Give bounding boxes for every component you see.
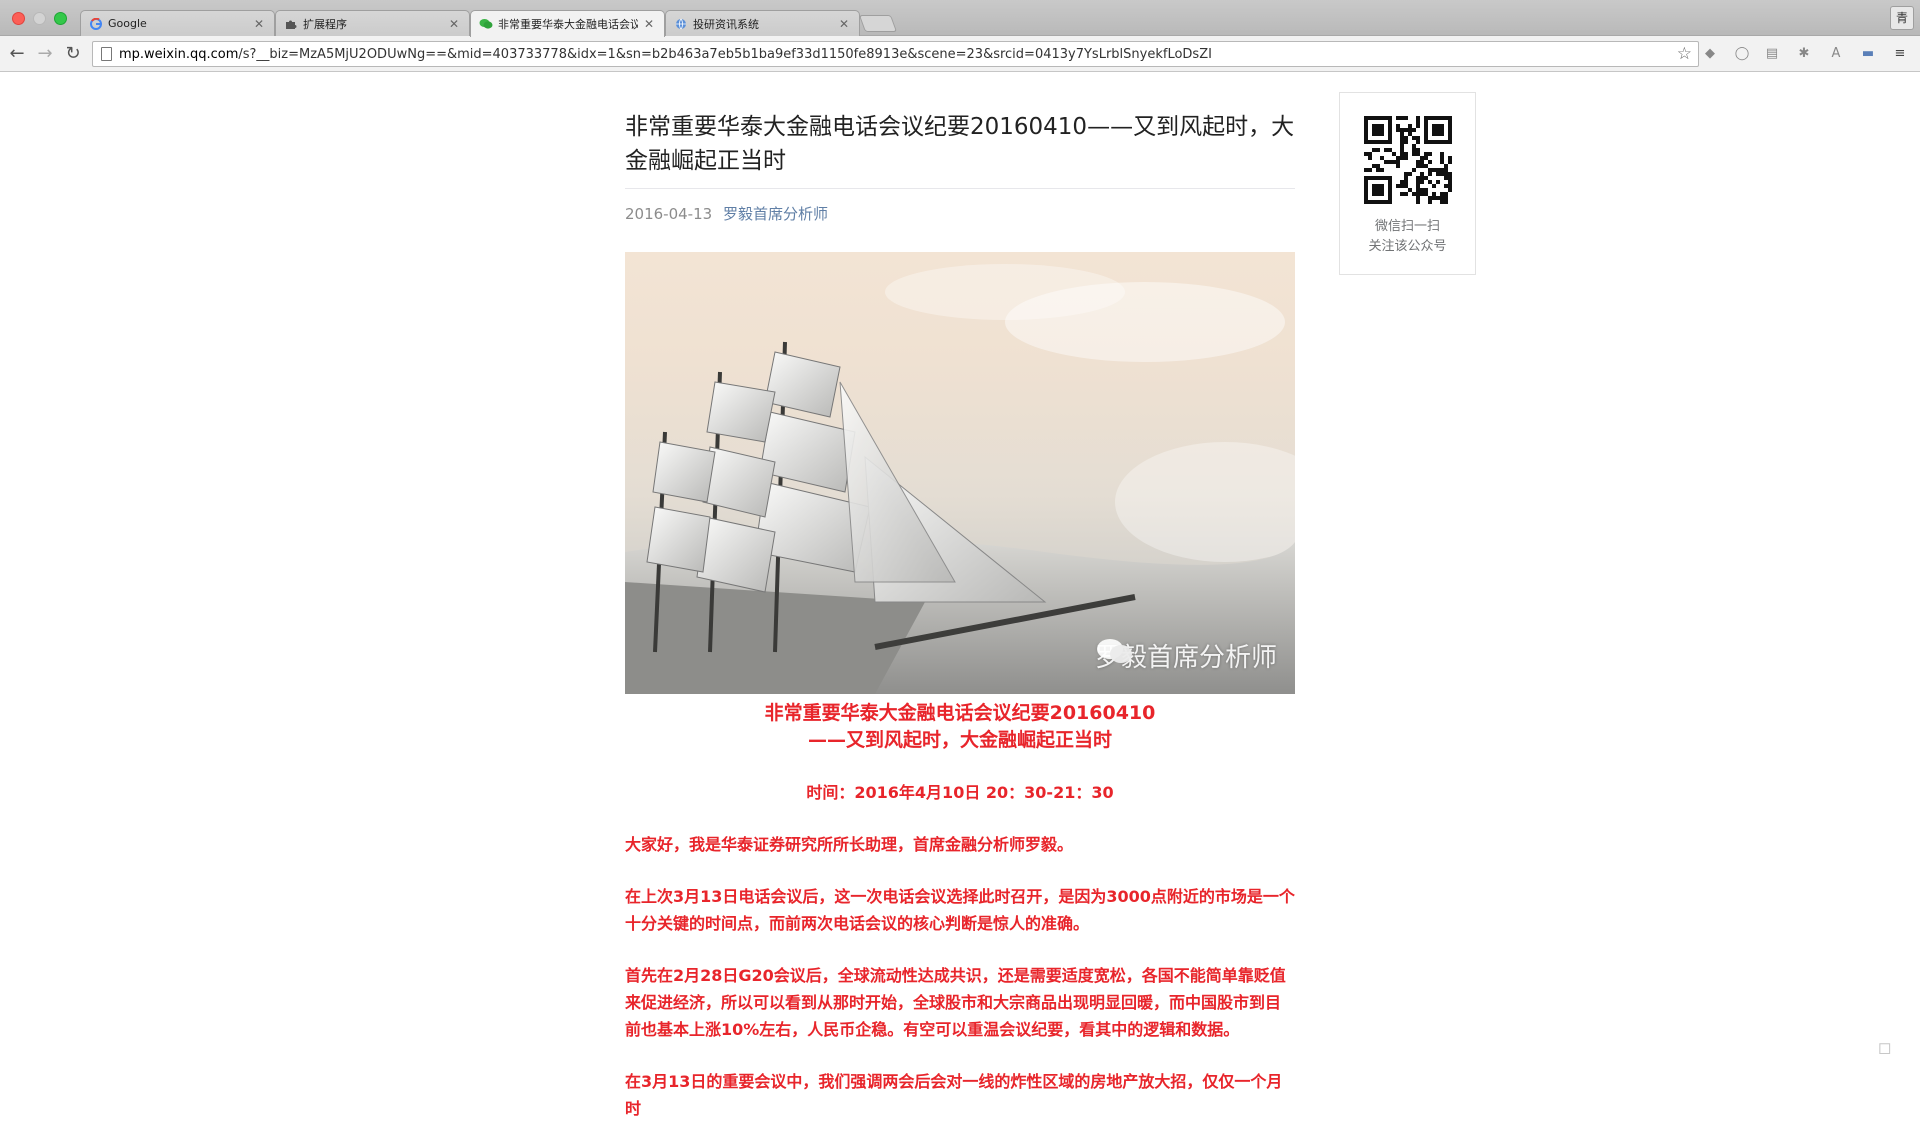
wechat-icon bbox=[1096, 639, 1132, 663]
browser-toolbar: ← → ↻ mp.weixin.qq.com/s?__biz=MzA5MjU2O… bbox=[0, 36, 1920, 72]
new-tab-button[interactable] bbox=[858, 15, 898, 32]
tab-research-system[interactable]: 投研资讯系统 ✕ bbox=[665, 10, 860, 36]
tab-title: 投研资讯系统 bbox=[693, 17, 759, 31]
article: 非常重要华泰大金融电话会议纪要20160410——又到风起时，大金融崛起正当时 … bbox=[625, 72, 1295, 1122]
url-text[interactable]: mp.weixin.qq.com/s?__biz=MzA5MjU2ODUwNg=… bbox=[119, 47, 1212, 62]
forward-arrow-icon[interactable]: → bbox=[35, 44, 55, 64]
author-link[interactable]: 罗毅首席分析师 bbox=[723, 205, 828, 223]
qr-caption-line-2: 关注该公众号 bbox=[1368, 239, 1447, 254]
window-maximize-button[interactable] bbox=[54, 12, 67, 25]
article-title: 非常重要华泰大金融电话会议纪要20160410——又到风起时，大金融崛起正当时 bbox=[625, 114, 1295, 174]
tab-close-icon[interactable]: ✕ bbox=[837, 17, 851, 31]
extension-font-icon[interactable]: A bbox=[1827, 45, 1845, 63]
article-meta: 2016-04-13 罗毅首席分析师 bbox=[625, 203, 1295, 224]
paragraph: 在上次3月13日电话会议后，这一次电话会议选择此时召开，是因为3000点附近的市… bbox=[625, 887, 1295, 933]
tab-close-icon[interactable]: ✕ bbox=[447, 17, 461, 31]
hero-image: 罗毅首席分析师 bbox=[625, 252, 1295, 694]
qr-code-card: 微信扫一扫 关注该公众号 bbox=[1339, 92, 1476, 275]
paragraph: 首先在2月28日G20会议后，全球流动性达成共识，还是需要适度宽松，各国不能简单… bbox=[625, 966, 1286, 1039]
subtitle-line-2: ——又到风起时，大金融崛起正当时 bbox=[807, 729, 1112, 751]
extension-folder-icon[interactable]: ▬ bbox=[1859, 45, 1877, 63]
puzzle-icon bbox=[284, 17, 298, 31]
extension-grid-icon[interactable]: ▤ bbox=[1763, 45, 1781, 63]
subtitle-line-1: 非常重要华泰大金融电话会议纪要20160410 bbox=[764, 702, 1156, 724]
menu-icon[interactable]: ≡ bbox=[1891, 45, 1909, 63]
google-icon bbox=[89, 17, 103, 31]
paragraph: 在3月13日的重要会议中，我们强调两会后会对一线的炸性区域的房地产放大招，仅仅一… bbox=[625, 1072, 1283, 1118]
paragraph: 大家好，我是华泰证券研究所所长助理，首席金融分析师罗毅。 bbox=[625, 835, 1074, 854]
globe-icon bbox=[674, 17, 688, 31]
address-bar[interactable]: mp.weixin.qq.com/s?__biz=MzA5MjU2ODUwNg=… bbox=[92, 41, 1699, 67]
tab-strip: Google ✕ 扩展程序 ✕ 非常重要华泰大金融电话会议 ✕ 投研资讯系统 ✕… bbox=[0, 0, 1920, 37]
title-divider bbox=[625, 188, 1295, 189]
meeting-time: 时间：2016年4月10日 20：30-21：30 bbox=[806, 783, 1114, 802]
extension-circle-icon[interactable]: ◯ bbox=[1733, 45, 1751, 63]
tab-title: 扩展程序 bbox=[303, 17, 347, 31]
tab-title: Google bbox=[108, 17, 147, 30]
wechat-icon bbox=[479, 17, 493, 31]
tab-google[interactable]: Google ✕ bbox=[80, 10, 275, 36]
publish-date: 2016-04-13 bbox=[625, 205, 713, 223]
tab-close-icon[interactable]: ✕ bbox=[642, 17, 656, 31]
bookmark-star-icon[interactable]: ☆ bbox=[1677, 44, 1692, 64]
profile-button[interactable]: 青 bbox=[1890, 6, 1914, 30]
window-minimize-button[interactable] bbox=[33, 12, 46, 25]
image-watermark: 罗毅首席分析师 bbox=[1095, 637, 1277, 674]
reload-icon[interactable]: ↻ bbox=[63, 44, 83, 64]
sailing-ship-illustration bbox=[625, 264, 1295, 694]
extension-evernote-icon[interactable]: ◆ bbox=[1701, 45, 1719, 63]
tab-title: 非常重要华泰大金融电话会议 bbox=[498, 18, 638, 31]
page-icon bbox=[101, 47, 112, 61]
qr-caption: 微信扫一扫 关注该公众号 bbox=[1340, 217, 1475, 257]
tab-article[interactable]: 非常重要华泰大金融电话会议 ✕ bbox=[470, 10, 665, 37]
extension-puzzle-icon[interactable]: ✱ bbox=[1795, 45, 1813, 63]
tab-close-icon[interactable]: ✕ bbox=[252, 17, 266, 31]
window-close-button[interactable] bbox=[12, 12, 25, 25]
scroll-top-icon[interactable]: ◇ bbox=[1872, 1033, 1904, 1064]
article-subtitle: 非常重要华泰大金融电话会议纪要20160410 ——又到风起时，大金融崛起正当时 bbox=[625, 700, 1295, 754]
tab-extensions[interactable]: 扩展程序 ✕ bbox=[275, 10, 470, 36]
qr-code-icon bbox=[1364, 116, 1452, 204]
qr-caption-line-1: 微信扫一扫 bbox=[1374, 219, 1440, 234]
back-arrow-icon[interactable]: ← bbox=[7, 44, 27, 64]
